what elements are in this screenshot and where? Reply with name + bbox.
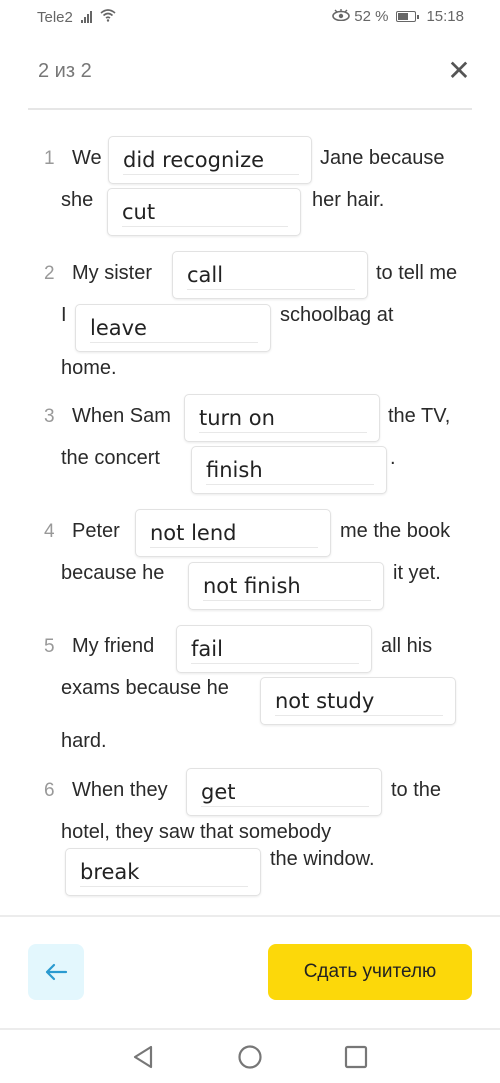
sentence-text: her hair.	[312, 189, 385, 211]
divider	[28, 108, 472, 110]
sentence-text: My friend	[72, 635, 155, 657]
signal-icon	[80, 11, 92, 23]
answer-field[interactable]	[65, 848, 261, 896]
sentence-text: the TV,	[388, 405, 451, 427]
sentence-text: me the book	[340, 520, 451, 542]
sentence-text: the window.	[270, 848, 375, 870]
status-bar: Tele2 52 % 15:18	[0, 0, 500, 36]
submit-to-teacher-button[interactable]: Сдать учителю	[268, 944, 472, 1000]
sentence-text: hotel, they saw that somebody	[61, 821, 332, 843]
nav-recents-button[interactable]	[341, 1042, 371, 1072]
sentence-text: When Sam	[72, 405, 171, 427]
answer-input[interactable]	[150, 518, 318, 548]
item-number: 4	[44, 521, 55, 542]
answer-input[interactable]	[80, 857, 248, 887]
sentence-text: Jane because	[320, 147, 445, 169]
answer-field[interactable]	[172, 251, 368, 299]
answer-field[interactable]	[188, 562, 384, 610]
clock: 15:18	[426, 8, 464, 25]
sentence-text: she	[61, 189, 94, 211]
nav-back-button[interactable]	[129, 1042, 159, 1072]
answer-field[interactable]	[186, 768, 382, 816]
answer-field[interactable]	[191, 446, 387, 494]
sentence-text: to tell me	[376, 262, 458, 284]
item-number: 5	[44, 636, 55, 657]
nav-home-button[interactable]	[235, 1042, 265, 1072]
sentence-text: My sister	[72, 262, 152, 284]
answer-field[interactable]	[107, 188, 301, 236]
sentence-text: it yet.	[393, 562, 441, 584]
triangle-back-icon	[129, 1045, 159, 1076]
answer-input[interactable]	[123, 145, 299, 175]
sentence-text: When they	[72, 779, 168, 801]
sentence-text: the concert	[61, 447, 160, 469]
sentence-text: all his	[381, 635, 433, 657]
eye-comfort-icon	[332, 8, 351, 25]
answer-input[interactable]	[203, 571, 371, 601]
system-navigation-bar	[0, 1030, 500, 1083]
answer-input[interactable]	[191, 634, 359, 664]
answer-field[interactable]	[260, 677, 456, 725]
sentence-text: exams because he	[61, 677, 229, 699]
answer-input[interactable]	[275, 686, 443, 716]
battery-icon	[396, 11, 420, 22]
battery-percent: 52 %	[354, 8, 389, 25]
answer-field[interactable]	[75, 304, 271, 352]
sentence-text: to the	[391, 779, 442, 801]
answer-field[interactable]	[176, 625, 372, 673]
wifi-icon	[100, 8, 116, 26]
item-number: 6	[44, 780, 55, 801]
sentence-text: schoolbag at	[280, 304, 394, 326]
sentence-text: because he	[61, 562, 165, 584]
carrier-name: Tele2	[37, 8, 73, 26]
sentence-text: I	[61, 304, 67, 326]
sentence-text: We	[72, 147, 102, 169]
arrow-left-icon	[44, 956, 68, 988]
divider	[0, 915, 500, 917]
answer-input[interactable]	[122, 197, 288, 227]
item-number: 1	[44, 148, 55, 169]
sentence-text: hard.	[61, 730, 107, 752]
answer-input[interactable]	[206, 455, 374, 485]
circle-home-icon	[235, 1045, 265, 1076]
close-button[interactable]: ✕	[444, 56, 474, 86]
answer-input[interactable]	[187, 260, 355, 290]
answer-field[interactable]	[135, 509, 331, 557]
sentence-text: Peter	[72, 520, 120, 542]
page-counter: 2 из 2	[38, 60, 92, 82]
answer-input[interactable]	[90, 313, 258, 343]
answer-field[interactable]	[184, 394, 380, 442]
sentence-text: .	[390, 447, 396, 469]
square-recents-icon	[341, 1045, 371, 1076]
item-number: 2	[44, 263, 55, 284]
close-icon: ✕	[447, 55, 471, 86]
header: 2 из 2 ✕	[0, 50, 500, 98]
answer-field[interactable]	[108, 136, 312, 184]
sentence-text: home.	[61, 357, 117, 379]
answer-input[interactable]	[201, 777, 369, 807]
item-number: 3	[44, 406, 55, 427]
back-button[interactable]	[28, 944, 84, 1000]
answer-input[interactable]	[199, 403, 367, 433]
